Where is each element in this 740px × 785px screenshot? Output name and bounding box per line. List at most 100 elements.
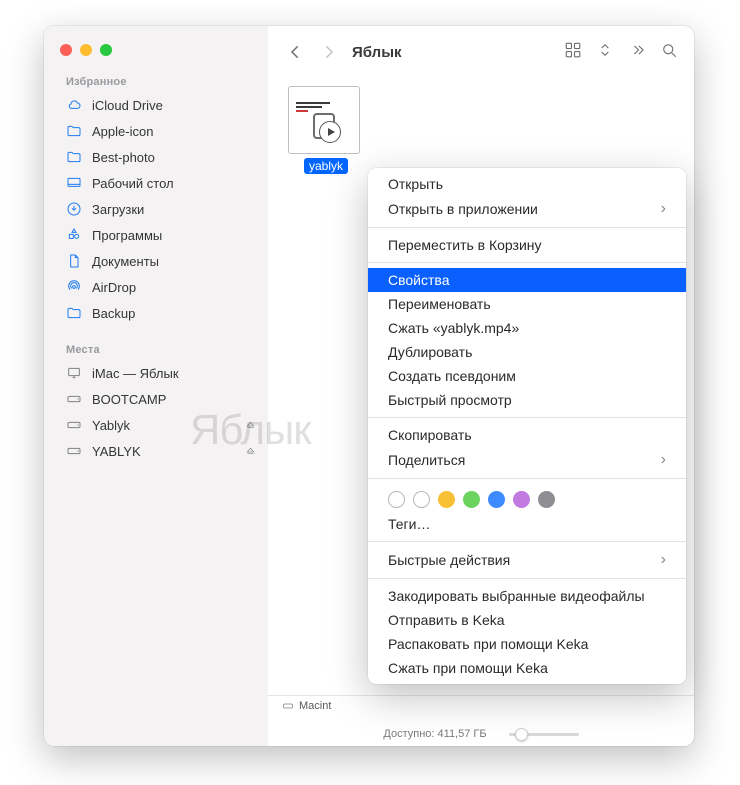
chevron-right-icon: › (661, 551, 666, 569)
sidebar-item-apple-icon[interactable]: Apple-icon (44, 118, 268, 144)
tag-purple[interactable] (513, 491, 530, 508)
window-title: Яблык (352, 44, 402, 61)
ctx-trash[interactable]: Переместить в Корзину (368, 233, 686, 257)
sidebar-item-label: iCloud Drive (92, 98, 163, 113)
cloud-icon (66, 97, 82, 113)
ctx-quick-look[interactable]: Быстрый просмотр (368, 388, 686, 412)
ctx-duplicate[interactable]: Дублировать (368, 340, 686, 364)
sidebar-item-downloads[interactable]: Загрузки (44, 196, 268, 222)
more-button[interactable] (628, 41, 646, 64)
sidebar-item-label: Программы (92, 228, 162, 243)
sidebar-item-label: Apple-icon (92, 124, 153, 139)
ctx-unpack-keka[interactable]: Распаковать при помощи Keka (368, 632, 686, 656)
sidebar-item-desktop[interactable]: Рабочий стол (44, 170, 268, 196)
separator (368, 578, 686, 579)
ctx-rename[interactable]: Переименовать (368, 292, 686, 316)
sidebar-item-documents[interactable]: Документы (44, 248, 268, 274)
eject-icon[interactable] (245, 420, 256, 431)
ctx-encode-video[interactable]: Закодировать выбранные видеофайлы (368, 584, 686, 608)
minimize-button[interactable] (80, 44, 92, 56)
airdrop-icon (66, 279, 82, 295)
sidebar-section-favorites: Избранное (44, 72, 268, 92)
play-icon (319, 121, 341, 143)
sidebar-item-best-photo[interactable]: Best-photo (44, 144, 268, 170)
context-menu: Открыть Открыть в приложении› Переместит… (368, 168, 686, 684)
ctx-tag-colors (368, 484, 686, 512)
tag-green[interactable] (463, 491, 480, 508)
window-controls (44, 40, 268, 72)
sidebar-item-label: iMac — Яблык (92, 366, 179, 381)
sidebar-item-label: Yablyk (92, 418, 130, 433)
tag-none-2[interactable] (413, 491, 430, 508)
status-bar: Доступно: 411,57 ГБ (268, 728, 694, 740)
view-options-button[interactable] (564, 41, 582, 64)
status-text: Доступно: 411,57 ГБ (383, 728, 486, 740)
content-area: Яблык yablyk Яблык Открыть Открыть в п (268, 26, 694, 746)
doc-icon (66, 253, 82, 269)
view-sort-button[interactable] (596, 41, 614, 64)
chevron-right-icon: › (661, 451, 666, 469)
forward-button[interactable] (318, 41, 340, 63)
apps-icon (66, 227, 82, 243)
disk-icon (66, 417, 82, 433)
file-label: yablyk (304, 158, 348, 174)
sidebar-item-imac[interactable]: iMac — Яблык (44, 360, 268, 386)
close-button[interactable] (60, 44, 72, 56)
folder-icon (66, 123, 82, 139)
ctx-compress-keka[interactable]: Сжать при помощи Keka (368, 656, 686, 680)
separator (368, 417, 686, 418)
sidebar-item-label: BOOTCAMP (92, 392, 166, 407)
finder-window: Избранное iCloud Drive Apple-icon Best-p… (44, 26, 694, 746)
download-icon (66, 201, 82, 217)
ctx-open-with[interactable]: Открыть в приложении› (368, 196, 686, 222)
zoom-slider[interactable] (509, 733, 579, 736)
sidebar-item-bootcamp[interactable]: BOOTCAMP (44, 386, 268, 412)
ctx-share[interactable]: Поделиться› (368, 447, 686, 473)
sidebar: Избранное iCloud Drive Apple-icon Best-p… (44, 26, 268, 746)
path-item: Macint (299, 700, 331, 712)
search-button[interactable] (660, 41, 678, 64)
sidebar-item-yablyk-disk[interactable]: Yablyk (44, 412, 268, 438)
sidebar-item-label: AirDrop (92, 280, 136, 295)
sidebar-item-yablyk-disk-2[interactable]: YABLYK (44, 438, 268, 464)
ctx-open[interactable]: Открыть (368, 172, 686, 196)
sidebar-item-label: Загрузки (92, 202, 144, 217)
ctx-send-keka[interactable]: Отправить в Keka (368, 608, 686, 632)
sidebar-item-label: YABLYK (92, 444, 141, 459)
eject-icon[interactable] (245, 446, 256, 457)
separator (368, 541, 686, 542)
sidebar-item-backup[interactable]: Backup (44, 300, 268, 326)
tag-yellow[interactable] (438, 491, 455, 508)
zoom-button[interactable] (100, 44, 112, 56)
tag-blue[interactable] (488, 491, 505, 508)
folder-icon (66, 305, 82, 321)
chevron-right-icon: › (661, 200, 666, 218)
desktop-icon (66, 175, 82, 191)
separator (368, 227, 686, 228)
sidebar-item-label: Best-photo (92, 150, 155, 165)
ctx-get-info[interactable]: Свойства (368, 268, 686, 292)
ctx-make-alias[interactable]: Создать псевдоним (368, 364, 686, 388)
folder-icon (66, 149, 82, 165)
file-thumbnail (288, 86, 360, 154)
path-bar[interactable]: Macint (268, 695, 694, 716)
disk-icon (66, 443, 82, 459)
ctx-tags[interactable]: Теги… (368, 512, 686, 536)
ctx-copy[interactable]: Скопировать (368, 423, 686, 447)
disk-icon (282, 700, 294, 712)
sidebar-item-applications[interactable]: Программы (44, 222, 268, 248)
ctx-compress[interactable]: Сжать «yablyk.mp4» (368, 316, 686, 340)
toolbar: Яблык (268, 26, 694, 78)
back-button[interactable] (284, 41, 306, 63)
sidebar-section-locations: Места (44, 340, 268, 360)
separator (368, 478, 686, 479)
tag-gray[interactable] (538, 491, 555, 508)
tag-none[interactable] (388, 491, 405, 508)
file-item[interactable]: yablyk (288, 86, 364, 175)
ctx-quick-actions[interactable]: Быстрые действия› (368, 547, 686, 573)
sidebar-item-label: Документы (92, 254, 159, 269)
sidebar-item-icloud[interactable]: iCloud Drive (44, 92, 268, 118)
disk-icon (66, 391, 82, 407)
sidebar-item-label: Backup (92, 306, 135, 321)
sidebar-item-airdrop[interactable]: AirDrop (44, 274, 268, 300)
